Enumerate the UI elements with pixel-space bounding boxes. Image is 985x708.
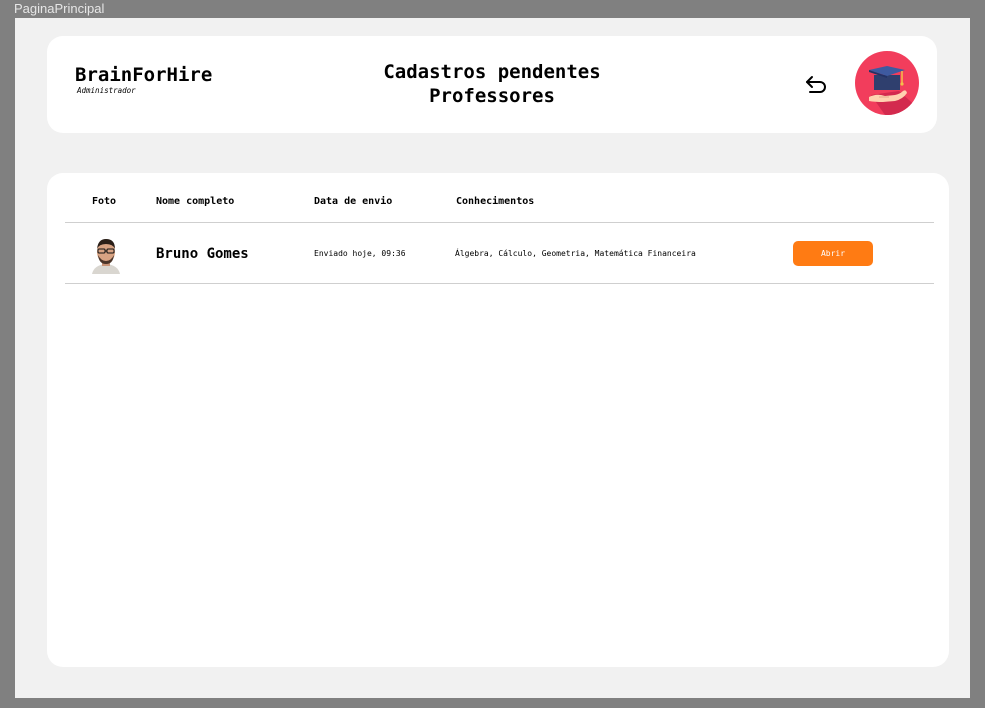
page-title: Cadastros pendentes Professores (347, 60, 637, 108)
column-header-skills: Conhecimentos (456, 196, 535, 207)
brand: BrainForHire Administrador (75, 64, 212, 96)
frame-label: PaginaPrincipal (14, 1, 105, 16)
brand-name: BrainForHire (75, 64, 213, 86)
undo-arrow-icon (806, 76, 826, 93)
submission-date: Enviado hoje, 09:36 (314, 249, 406, 258)
open-button[interactable]: Abrir (793, 241, 873, 266)
user-role: Administrador (77, 86, 136, 95)
teacher-skills: Álgebra, Cálculo, Geometria, Matemática … (455, 249, 696, 258)
column-header-name: Nome completo (156, 196, 235, 207)
column-header-photo: Foto (92, 196, 117, 207)
page-frame: BrainForHire Administrador Cadastros pen… (15, 18, 970, 698)
page-title-line1: Cadastros pendentes (383, 61, 601, 83)
pending-registrations-table: Foto Nome completo Data de envio Conheci… (47, 173, 949, 667)
app-logo (855, 51, 919, 115)
column-header-date: Data de envio (314, 196, 393, 207)
row-divider (65, 283, 934, 284)
back-button[interactable] (803, 70, 831, 98)
avatar (87, 234, 125, 274)
graduation-cap-hand-icon (855, 51, 919, 115)
header-divider (65, 222, 934, 223)
teacher-name: Bruno Gomes (156, 246, 249, 262)
page-title-line2: Professores (429, 85, 555, 107)
header-card: BrainForHire Administrador Cadastros pen… (47, 36, 937, 133)
